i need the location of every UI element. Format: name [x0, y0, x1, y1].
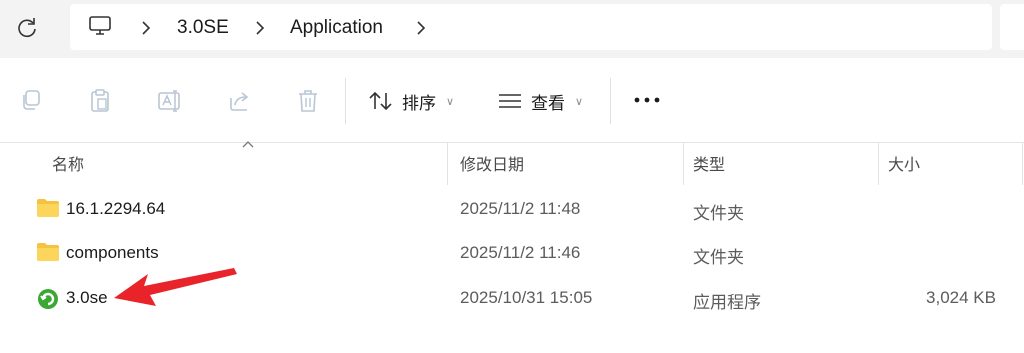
breadcrumb-3-0se[interactable]: 3.0SE [177, 17, 229, 39]
file-size: 3,024 KB [926, 288, 996, 307]
chevron-right-icon[interactable] [254, 18, 266, 38]
column-divider[interactable] [1022, 143, 1023, 185]
annotation-arrow [114, 268, 237, 306]
file-type: 文件夹 [693, 248, 744, 267]
file-name: 3.0se [66, 288, 108, 307]
column-size[interactable]: 大小 [888, 151, 920, 175]
toolbar-divider [345, 78, 346, 124]
file-modified: 2025/10/31 15:05 [460, 288, 593, 307]
app-icon [38, 289, 58, 309]
folder-icon [37, 243, 59, 261]
refresh-icon[interactable] [14, 15, 40, 41]
address-bar[interactable]: 3.0SE Application [70, 4, 992, 50]
this-pc-icon[interactable] [88, 15, 112, 37]
file-type: 应用程序 [693, 293, 761, 312]
command-bar: 排序 ∨ 查看 ∨ [0, 58, 1024, 143]
column-divider[interactable] [683, 143, 684, 185]
share-icon[interactable] [227, 88, 253, 114]
file-modified: 2025/11/2 11:46 [460, 243, 581, 262]
column-type[interactable]: 类型 [693, 151, 725, 175]
column-header: 名称 修改日期 类型 大小 [0, 141, 1024, 185]
paste-icon[interactable] [88, 88, 112, 114]
address-bar-area: 3.0SE Application [0, 0, 1024, 58]
file-modified: 2025/11/2 11:48 [460, 199, 581, 218]
copy-icon[interactable] [19, 88, 43, 112]
search-box[interactable] [1000, 4, 1024, 50]
column-divider[interactable] [447, 143, 448, 185]
more-options-icon[interactable] [633, 96, 661, 104]
folder-icon [37, 199, 59, 217]
chevron-down-icon: ∨ [575, 95, 584, 108]
chevron-right-icon[interactable] [140, 18, 152, 38]
chevron-right-icon[interactable] [415, 18, 427, 38]
file-name: 16.1.2294.64 [66, 199, 166, 218]
sort-ascending-icon [242, 141, 254, 148]
delete-icon[interactable] [296, 88, 320, 114]
list-item[interactable]: 16.1.2294.64 2025/11/2 11:48 文件夹 [0, 187, 1024, 231]
sort-label: 排序 [402, 93, 436, 113]
chevron-down-icon: ∨ [446, 95, 455, 108]
breadcrumb-application[interactable]: Application [290, 17, 383, 39]
column-name[interactable]: 名称 [52, 151, 84, 175]
column-divider[interactable] [878, 143, 879, 185]
view-label: 查看 [531, 93, 565, 113]
view-icon [499, 94, 521, 108]
toolbar-divider [610, 78, 611, 124]
view-button[interactable]: 查看 ∨ [497, 88, 583, 114]
sort-icon [369, 91, 392, 111]
file-name: components [66, 243, 159, 262]
file-type: 文件夹 [693, 204, 744, 223]
sort-button[interactable]: 排序 ∨ [368, 88, 454, 114]
rename-icon[interactable] [157, 88, 183, 114]
column-modified[interactable]: 修改日期 [460, 151, 524, 175]
